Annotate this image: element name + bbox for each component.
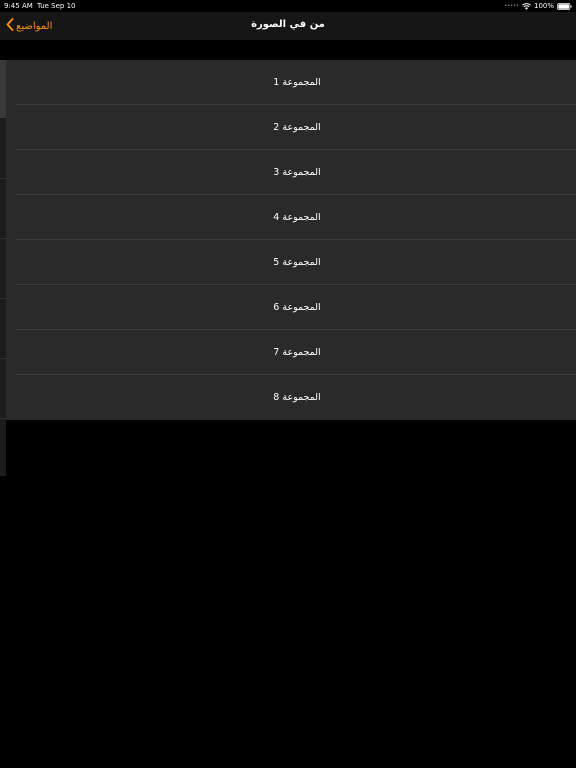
list-item-label: المجموعة 4	[273, 212, 321, 223]
list-item-group-6[interactable]: المجموعة 6	[6, 285, 576, 330]
list-item-label: المجموعة 2	[273, 122, 321, 133]
status-time: 9:45 AM	[4, 2, 33, 10]
list-item-group-1[interactable]: المجموعة 1	[6, 60, 576, 105]
group-list: المجموعة 1 المجموعة 2 المجموعة 3 المجموع…	[6, 60, 576, 420]
signal-indicator: •••••	[504, 3, 519, 9]
app-screen: 9:45 AM Tue Sep 10 ••••• 100% المواضيع م…	[0, 0, 576, 768]
navigation-bar: المواضيع من في الصورة	[0, 12, 576, 40]
status-bar: 9:45 AM Tue Sep 10 ••••• 100%	[0, 0, 576, 12]
page-title: من في الصورة	[251, 19, 325, 30]
list-item-group-3[interactable]: المجموعة 3	[6, 150, 576, 195]
list-item-label: المجموعة 5	[273, 257, 321, 268]
list-item-label: المجموعة 3	[273, 167, 321, 178]
list-item-group-2[interactable]: المجموعة 2	[6, 105, 576, 150]
battery-percentage: 100%	[533, 2, 554, 10]
list-item-group-7[interactable]: المجموعة 7	[6, 330, 576, 375]
status-indicators: ••••• 100%	[504, 0, 572, 12]
list-item-label: المجموعة 7	[273, 347, 321, 358]
status-date: Tue Sep 10	[37, 2, 76, 10]
list-item-label: المجموعة 8	[273, 392, 321, 403]
list-item-group-8[interactable]: المجموعة 8	[6, 375, 576, 420]
list-item-label: المجموعة 1	[273, 77, 321, 88]
battery-icon	[557, 2, 572, 10]
list-item-group-4[interactable]: المجموعة 4	[6, 195, 576, 240]
list-item-label: المجموعة 6	[273, 302, 321, 313]
list-item-group-5[interactable]: المجموعة 5	[6, 240, 576, 285]
wifi-icon	[522, 2, 531, 10]
